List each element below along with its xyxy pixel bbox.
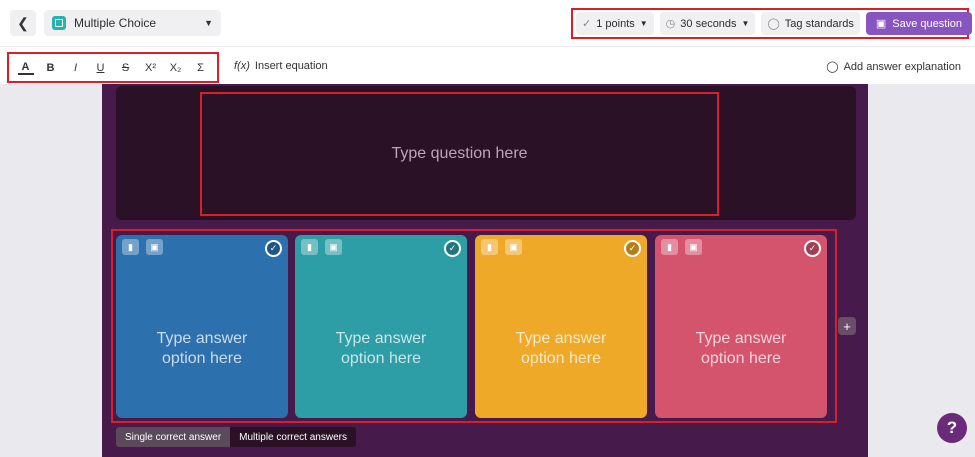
strikethrough-button[interactable]: S [118, 62, 134, 74]
text-format-group: A B I U S X² X₂ Σ [7, 52, 219, 83]
lightbulb-icon: ◯ [826, 61, 839, 73]
answer-option-3[interactable]: ▮ ▣ ✓ Type answer option here [475, 235, 647, 418]
answer-placeholder-line: option here [700, 350, 782, 367]
delete-icon[interactable]: ▮ [661, 239, 678, 255]
delete-icon[interactable]: ▮ [481, 239, 498, 255]
add-answer-explanation-button[interactable]: ◯ Add answer explanation [826, 60, 961, 74]
time-select[interactable]: ◷ 30 seconds ▼ [659, 12, 756, 35]
help-button[interactable]: ? [937, 413, 967, 443]
answer-placeholder-line: Type answer [335, 330, 427, 347]
answer-placeholder: Type answer option here [655, 329, 827, 369]
tag-icon: ◯ [767, 18, 780, 30]
question-type-label: Multiple Choice [74, 16, 157, 30]
answer-placeholder-line: Type answer [156, 330, 248, 347]
insert-equation-label: Insert equation [254, 60, 328, 72]
add-answer-explanation-label: Add answer explanation [843, 60, 961, 73]
image-icon[interactable]: ▣ [505, 239, 522, 255]
caret-down-icon: ▼ [639, 19, 648, 28]
superscript-button[interactable]: X² [143, 62, 159, 74]
tag-standards-label: Tag standards [784, 17, 854, 30]
question-input[interactable]: Type question here [200, 92, 719, 216]
answer-placeholder: Type answer option here [475, 329, 647, 369]
answer-tools: ▮ ▣ [301, 239, 342, 255]
question-placeholder: Type question here [391, 145, 528, 162]
correct-check-icon[interactable]: ✓ [444, 240, 461, 257]
single-correct-answer-button[interactable]: Single correct answer [116, 427, 231, 447]
math-symbol-button[interactable]: Σ [193, 62, 209, 74]
answer-tools: ▮ ▣ [481, 239, 522, 255]
answer-placeholder-line: option here [161, 350, 243, 367]
question-type-select[interactable]: Multiple Choice ▼ [44, 10, 221, 36]
correct-check-icon[interactable]: ✓ [265, 240, 282, 257]
answer-placeholder-line: Type answer [515, 330, 607, 347]
underline-button[interactable]: U [93, 62, 109, 74]
correct-check-icon[interactable]: ✓ [624, 240, 641, 257]
delete-icon[interactable]: ▮ [122, 239, 139, 255]
plus-icon: + [843, 318, 851, 334]
caret-down-icon: ▼ [204, 18, 213, 28]
save-question-button[interactable]: ▣ Save question [865, 12, 973, 35]
question-mark-icon: ? [946, 418, 958, 437]
correct-check-icon[interactable]: ✓ [804, 240, 821, 257]
image-icon[interactable]: ▣ [146, 239, 163, 255]
subscript-button[interactable]: X₂ [168, 62, 184, 74]
answer-placeholder: Type answer option here [116, 329, 288, 369]
answer-mode-toggle: Single correct answer Multiple correct a… [116, 427, 356, 447]
italic-button[interactable]: I [68, 62, 84, 74]
clock-icon: ◷ [665, 18, 676, 30]
top-bar: ❮ Multiple Choice ▼ ✓ 1 points ▼ ◷ 30 se… [0, 0, 975, 46]
answer-option-1[interactable]: ▮ ▣ ✓ Type answer option here [116, 235, 288, 418]
image-icon[interactable]: ▣ [325, 239, 342, 255]
save-question-label: Save question [892, 17, 963, 30]
back-button[interactable]: ❮ [10, 10, 36, 36]
answer-tools: ▮ ▣ [122, 239, 163, 255]
points-select[interactable]: ✓ 1 points ▼ [576, 12, 654, 35]
answer-placeholder-line: option here [340, 350, 422, 367]
save-icon: ▣ [875, 18, 887, 30]
caret-down-icon: ▼ [741, 19, 750, 28]
answer-option-2[interactable]: ▮ ▣ ✓ Type answer option here [295, 235, 467, 418]
chevron-left-icon: ❮ [17, 14, 29, 31]
multiple-correct-answers-button[interactable]: Multiple correct answers [230, 427, 356, 447]
answer-option-4[interactable]: ▮ ▣ ✓ Type answer option here [655, 235, 827, 418]
answer-placeholder-line: option here [520, 350, 602, 367]
text-color-button[interactable]: A [17, 61, 34, 75]
delete-icon[interactable]: ▮ [301, 239, 318, 255]
answer-placeholder-line: Type answer [695, 330, 787, 347]
insert-equation-button[interactable]: f(x) Insert equation [234, 60, 328, 72]
points-label: 1 points [596, 17, 635, 30]
format-toolbar: A B I U S X² X₂ Σ f(x) Insert equation ◯… [0, 46, 975, 84]
multiple-choice-icon [52, 16, 66, 30]
question-settings-group: ✓ 1 points ▼ ◷ 30 seconds ▼ ◯ Tag standa… [571, 8, 973, 39]
answer-placeholder: Type answer option here [295, 329, 467, 369]
add-option-button[interactable]: + [838, 317, 856, 335]
tag-standards-button[interactable]: ◯ Tag standards [761, 12, 860, 35]
bold-button[interactable]: B [43, 62, 59, 74]
check-icon: ✓ [582, 18, 592, 30]
equation-icon: f(x) [234, 60, 250, 72]
image-icon[interactable]: ▣ [685, 239, 702, 255]
answer-tools: ▮ ▣ [661, 239, 702, 255]
time-label: 30 seconds [680, 17, 737, 30]
